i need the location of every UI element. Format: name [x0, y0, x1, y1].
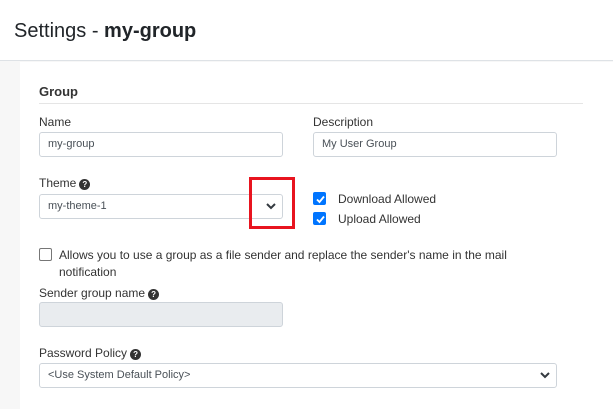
- password-policy-label: Password Policy?: [39, 346, 142, 361]
- description-label: Description: [313, 115, 374, 129]
- page-title: Settings - my-group: [14, 18, 196, 44]
- file-sender-checkbox[interactable]: [39, 248, 52, 261]
- download-allowed-checkbox[interactable]: [313, 192, 326, 205]
- password-policy-select[interactable]: <Use System Default Policy>: [39, 363, 557, 388]
- section-title: Group: [39, 84, 78, 99]
- chevron-down-icon[interactable]: [540, 364, 550, 387]
- page-header: Settings - my-group: [0, 0, 613, 61]
- theme-select-value: my-theme-1: [48, 200, 107, 212]
- description-input[interactable]: My User Group: [313, 132, 557, 157]
- theme-label: Theme?: [39, 176, 91, 191]
- check-icon: [316, 215, 325, 224]
- password-policy-label-text: Password Policy: [39, 346, 128, 360]
- name-label: Name: [39, 115, 72, 129]
- download-allowed-label: Download Allowed: [338, 192, 437, 206]
- question-circle-icon[interactable]: ?: [79, 179, 91, 190]
- highlight-box: [249, 177, 295, 229]
- sender-group-name-label-text: Sender group name: [39, 286, 146, 300]
- sender-group-name-input: [39, 302, 283, 327]
- question-circle-icon[interactable]: ?: [148, 289, 160, 300]
- page-title-group: my-group: [104, 20, 197, 42]
- upload-allowed-checkbox[interactable]: [313, 212, 326, 225]
- name-input[interactable]: my-group: [39, 132, 283, 157]
- question-circle-icon[interactable]: ?: [130, 349, 142, 360]
- theme-label-text: Theme: [39, 176, 77, 190]
- page-title-prefix: Settings -: [14, 20, 105, 42]
- upload-allowed-label: Upload Allowed: [338, 212, 421, 226]
- password-policy-select-value: <Use System Default Policy>: [48, 369, 191, 381]
- sender-group-name-label: Sender group name?: [39, 286, 160, 301]
- section-divider: [39, 103, 583, 104]
- file-sender-label: Allows you to use a group as a file send…: [59, 248, 507, 279]
- check-icon: [316, 195, 325, 204]
- theme-select[interactable]: my-theme-1: [39, 194, 283, 219]
